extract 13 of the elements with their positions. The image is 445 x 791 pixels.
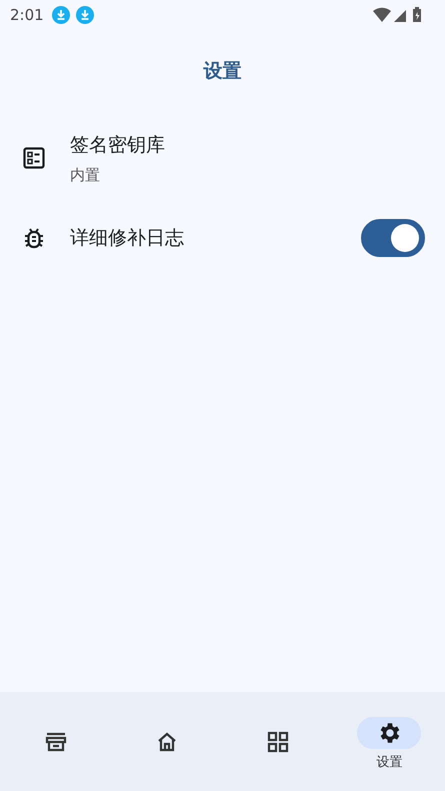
list-card-icon <box>22 146 46 170</box>
setting-value: 内置 <box>70 166 101 184</box>
grid-icon <box>266 730 290 754</box>
download-icon <box>52 6 70 24</box>
setting-title: 签名密钥库 <box>70 132 166 158</box>
bug-icon <box>22 226 46 250</box>
status-time: 2:01 <box>10 6 44 24</box>
page-title: 设置 <box>204 59 242 84</box>
setting-title: 详细修补日志 <box>70 226 185 251</box>
nav-tab[interactable] <box>357 716 422 748</box>
toggle-switch[interactable] <box>361 219 425 257</box>
nav-label: 设置 <box>376 754 402 770</box>
download-icon <box>76 6 94 24</box>
